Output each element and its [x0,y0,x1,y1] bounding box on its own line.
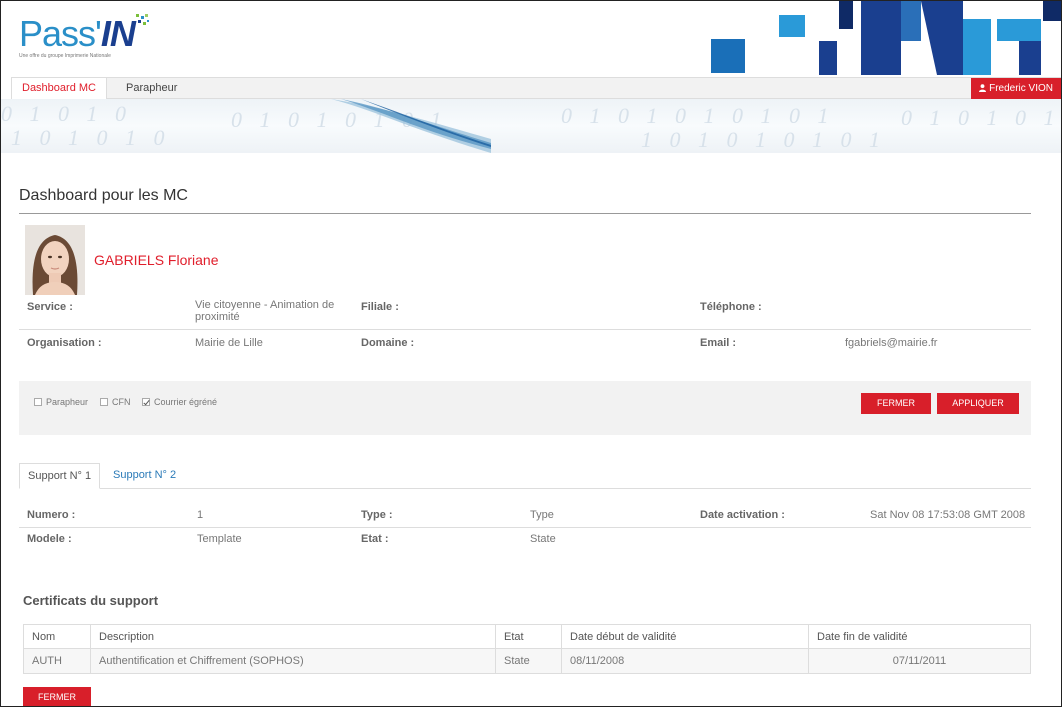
fermer-button[interactable]: FERMER [861,393,931,414]
etat-value: State [530,533,556,545]
column-header-nom: Nom [23,624,91,649]
type-label: Type : [361,509,393,521]
service-label: Service : [27,301,73,313]
footer-fermer-button[interactable]: FERMER [23,687,91,706]
filiale-label: Filiale : [361,301,399,313]
telephone-label: Téléphone : [700,301,762,313]
tab-support-2[interactable]: Support N° 2 [105,463,184,489]
email-label: Email : [700,337,737,349]
logo[interactable]: Pass'IN Une offre du groupe Imprimerie N… [19,13,150,59]
etat-label: Etat : [361,533,389,545]
cell-date-fin: 07/11/2011 [808,648,1031,674]
table-row[interactable]: AUTH Authentification et Chiffrement (SO… [23,648,1031,674]
cell-date-debut: 08/11/2008 [561,648,809,674]
logo-text-bold: IN [100,13,136,54]
type-value: Type [530,509,554,521]
column-header-etat: Etat [495,624,562,649]
header-decoration [711,1,1061,75]
app-window: Pass'IN Une offre du groupe Imprimerie N… [0,0,1062,707]
banner-image: 0 1 0 1 0 1 0 1 0 1 0 0 1 0 1 0 1 0 1 0 … [1,99,1061,153]
support-info-row: Numero : 1 Type : Type Date activation :… [19,506,1031,528]
cell-description: Authentification et Chiffrement (SOPHOS) [90,648,496,674]
support-tabs: Support N° 1 Support N° 2 [19,463,1031,489]
domaine-label: Domaine : [361,337,415,349]
table-header-row: Nom Description Etat Date début de valid… [23,624,1031,649]
numero-label: Numero : [27,509,76,521]
checkbox-courrier-egrene[interactable]: Courrier égréné [142,397,217,407]
user-menu-button[interactable]: Frederic VION [971,78,1061,99]
numero-value: 1 [197,509,204,521]
banner-binary-pattern: 0 1 0 1 0 1 0 1 0 1 [561,103,835,128]
date-activation-label: Date activation : [700,509,785,521]
column-header-description: Description [90,624,496,649]
user-icon [979,84,987,92]
cell-nom: AUTH [23,648,91,674]
certificates-table: Nom Description Etat Date début de valid… [23,624,1031,674]
title-divider [19,213,1031,214]
banner-binary-pattern: 0 1 0 1 0 [1,101,132,126]
checkbox-parapheur[interactable]: Parapheur [34,397,88,407]
tab-support-1[interactable]: Support N° 1 [19,463,101,489]
nav-item-dashboard-mc[interactable]: Dashboard MC [11,78,107,99]
cell-etat: State [495,648,562,674]
modele-value: Template [197,533,242,545]
banner-wave [331,99,491,153]
email-value: fgabriels@mairie.fr [845,337,938,349]
person-name: GABRIELS Floriane [94,252,219,268]
nav-item-parapheur[interactable]: Parapheur [116,78,187,99]
filter-panel: Parapheur CFN Courrier égréné FERMER APP… [19,381,1031,435]
user-name: Frederic VION [989,83,1053,94]
header: Pass'IN Une offre du groupe Imprimerie N… [1,1,1061,75]
service-value: Vie citoyenne - Animation de proximité [195,299,335,323]
person-info-row: Organisation : Mairie de Lille Domaine :… [19,335,1031,359]
avatar [25,225,85,295]
top-nav: Dashboard MC Parapheur Frederic VION [11,77,1061,99]
organisation-value: Mairie de Lille [195,337,263,349]
modele-label: Modele : [27,533,72,545]
support-info-row: Modele : Template Etat : State [19,531,1031,553]
column-header-date-debut: Date début de validité [561,624,809,649]
checkbox-box-checked[interactable] [142,398,150,406]
certificates-title: Certificats du support [23,593,159,608]
page-title: Dashboard pour les MC [19,187,188,204]
logo-pixels-icon [135,14,149,25]
checkbox-box[interactable] [100,398,108,406]
checkbox-box[interactable] [34,398,42,406]
appliquer-button[interactable]: APPLIQUER [937,393,1019,414]
date-activation-value: Sat Nov 08 17:53:08 GMT 2008 [870,509,1026,521]
banner-binary-pattern: 1 0 1 0 1 0 1 0 1 [641,127,886,152]
checkbox-cfn[interactable]: CFN [100,397,131,407]
person-info-row: Service : Vie citoyenne - Animation de p… [19,297,1031,330]
banner-binary-pattern: 0 1 0 1 0 1 [901,105,1061,130]
column-header-date-fin: Date fin de validité [808,624,1031,649]
logo-text-main: Pass' [19,13,102,54]
banner-binary-pattern: 1 0 1 0 1 0 [11,125,171,150]
avatar-portrait [25,225,85,295]
organisation-label: Organisation : [27,337,102,349]
